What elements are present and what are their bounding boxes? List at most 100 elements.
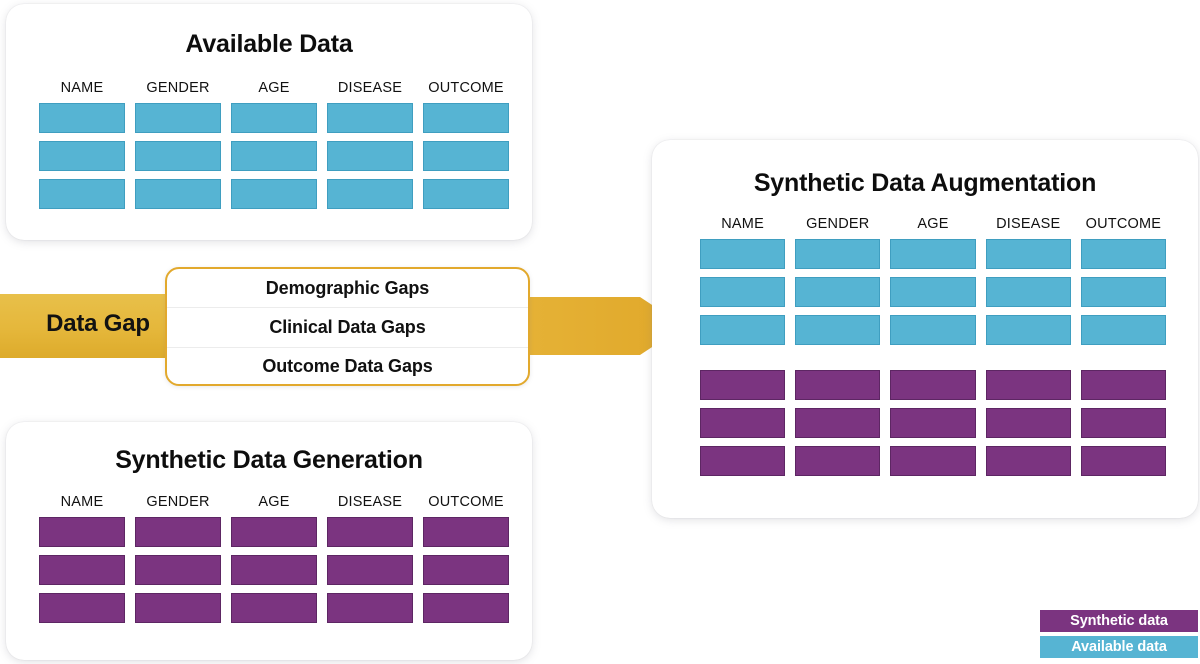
- table-cell: [39, 555, 125, 585]
- table-cell: [1080, 277, 1167, 307]
- table-cell: [231, 141, 317, 171]
- table-cell: [231, 103, 317, 133]
- table-cell: [700, 446, 786, 476]
- table-cell: [423, 555, 509, 585]
- available-data-panel: Available Data NAME GENDER AGE DISEASE O…: [6, 4, 532, 240]
- table-cell: [890, 370, 976, 400]
- data-gap-list: Demographic Gaps Clinical Data Gaps Outc…: [165, 267, 530, 386]
- gap-list-item-clinical: Clinical Data Gaps: [167, 307, 528, 346]
- table-column-age: AGE: [890, 216, 976, 476]
- table-column-name: NAME: [700, 216, 786, 476]
- table-cell: [985, 370, 1071, 400]
- table-cell: [423, 593, 509, 623]
- synthetic-data-generation-table: NAME GENDER AGE DISEASE OUTCOME: [39, 494, 509, 623]
- table-cell: [327, 593, 413, 623]
- table-cell: [39, 179, 125, 209]
- column-header: GENDER: [806, 216, 870, 232]
- table-cell: [795, 370, 881, 400]
- table-cell: [135, 593, 221, 623]
- table-cell: [985, 315, 1071, 345]
- table-cell: [135, 179, 221, 209]
- diagram-canvas: Data Gap Demographic Gaps Clinical Data …: [0, 0, 1200, 664]
- table-column-disease: DISEASE: [327, 80, 413, 209]
- table-cell: [135, 141, 221, 171]
- table-cell: [890, 408, 976, 438]
- gap-list-item-demographic: Demographic Gaps: [167, 269, 528, 307]
- table-cell: [327, 141, 413, 171]
- table-cell: [39, 517, 125, 547]
- column-header: OUTCOME: [1085, 216, 1162, 232]
- table-column-disease: DISEASE: [327, 494, 413, 623]
- table-cell: [700, 239, 786, 269]
- gap-list-item-label: Outcome Data Gaps: [262, 356, 433, 377]
- table-cell: [39, 593, 125, 623]
- table-cell: [423, 141, 509, 171]
- table-cell: [327, 517, 413, 547]
- synthetic-data-generation-title: Synthetic Data Generation: [115, 446, 423, 474]
- table-cell: [1080, 446, 1167, 476]
- table-cell: [231, 555, 317, 585]
- table-column-outcome: OUTCOME: [423, 494, 509, 623]
- table-cell: [985, 408, 1071, 438]
- table-column-gender: GENDER: [135, 80, 221, 209]
- column-header: DISEASE: [996, 216, 1061, 232]
- table-cell: [985, 239, 1071, 269]
- column-header: NAME: [60, 80, 104, 96]
- table-column-disease: DISEASE: [985, 216, 1071, 476]
- table-cell: [1080, 315, 1167, 345]
- table-column-outcome: OUTCOME: [1080, 216, 1167, 476]
- table-cell: [985, 277, 1071, 307]
- table-cell: [327, 179, 413, 209]
- table-cell: [890, 277, 976, 307]
- table-cell: [1080, 370, 1167, 400]
- gap-list-item-label: Clinical Data Gaps: [269, 316, 426, 337]
- table-cell: [700, 277, 786, 307]
- table-cell: [1080, 408, 1167, 438]
- column-header: OUTCOME: [428, 80, 504, 96]
- legend-item-label: Available data: [1071, 639, 1167, 655]
- table-cell: [39, 141, 125, 171]
- column-header: DISEASE: [337, 494, 403, 510]
- table-column-outcome: OUTCOME: [423, 80, 509, 209]
- table-cell: [890, 446, 976, 476]
- table-column-name: NAME: [39, 494, 125, 623]
- legend: Synthetic data Available data: [1040, 610, 1198, 658]
- table-cell: [423, 517, 509, 547]
- table-cell: [231, 517, 317, 547]
- column-header: GENDER: [146, 80, 210, 96]
- column-header: AGE: [917, 216, 949, 232]
- table-cell: [985, 446, 1071, 476]
- column-header: AGE: [258, 494, 290, 510]
- table-column-age: AGE: [231, 494, 317, 623]
- table-cell: [890, 315, 976, 345]
- table-column-age: AGE: [231, 80, 317, 209]
- column-header: AGE: [258, 80, 290, 96]
- table-cell: [890, 239, 976, 269]
- table-cell: [135, 103, 221, 133]
- table-cell: [700, 370, 786, 400]
- synthetic-data-augmentation-table: NAME GENDER AGE DISEASE OUTCOME: [700, 216, 1167, 476]
- table-cell: [795, 277, 881, 307]
- column-header: NAME: [60, 494, 104, 510]
- table-cell: [231, 593, 317, 623]
- table-cell: [135, 555, 221, 585]
- table-cell: [700, 408, 786, 438]
- legend-item-synthetic-data: Synthetic data: [1040, 610, 1198, 632]
- available-data-table: NAME GENDER AGE DISEASE OUTCOME: [39, 80, 509, 209]
- table-cell: [423, 103, 509, 133]
- table-cell: [231, 179, 317, 209]
- table-column-gender: GENDER: [795, 216, 881, 476]
- column-header: GENDER: [146, 494, 210, 510]
- table-column-name: NAME: [39, 80, 125, 209]
- legend-item-label: Synthetic data: [1070, 613, 1168, 629]
- synthetic-data-generation-panel: Synthetic Data Generation NAME GENDER AG…: [6, 422, 532, 660]
- table-cell: [423, 179, 509, 209]
- table-column-gender: GENDER: [135, 494, 221, 623]
- table-cell: [135, 517, 221, 547]
- synthetic-data-augmentation-panel: Synthetic Data Augmentation NAME GENDER: [652, 140, 1198, 518]
- legend-item-available-data: Available data: [1040, 636, 1198, 658]
- table-cell: [795, 239, 881, 269]
- table-cell: [1080, 239, 1167, 269]
- column-header: DISEASE: [337, 80, 403, 96]
- table-cell: [327, 555, 413, 585]
